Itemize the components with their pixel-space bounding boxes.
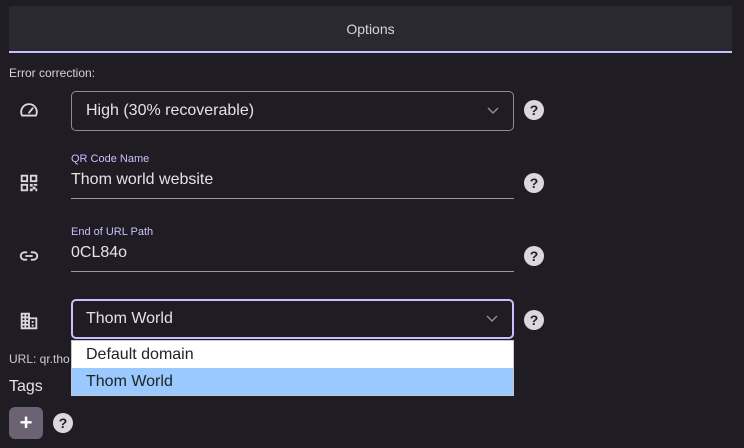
qr-name-help-icon[interactable]: ?	[524, 173, 544, 193]
url-path-help-icon[interactable]: ?	[524, 246, 544, 266]
add-tag-button[interactable]: +	[9, 407, 43, 439]
error-correction-value: High (30% recoverable)	[86, 102, 255, 119]
domain-dropdown-list: Default domain Thom World	[71, 340, 514, 396]
url-path-field[interactable]: End of URL Path 0CL84o	[71, 226, 514, 272]
speedometer-icon	[17, 99, 41, 123]
url-preview: URL: qr.tho	[9, 352, 70, 366]
domain-select[interactable]: Thom World	[71, 299, 514, 339]
domain-option-thom-world[interactable]: Thom World	[72, 368, 513, 395]
chevron-down-icon	[486, 315, 498, 323]
error-correction-select[interactable]: High (30% recoverable)	[71, 91, 514, 131]
link-icon	[17, 244, 41, 268]
domain-option-default[interactable]: Default domain	[72, 341, 513, 368]
options-tab-label: Options	[346, 20, 395, 37]
chevron-down-icon	[487, 107, 499, 115]
domain-value: Thom World	[86, 310, 173, 327]
qr-name-label: QR Code Name	[71, 153, 150, 165]
qr-name-value: Thom world website	[71, 171, 214, 188]
tags-label: Tags	[9, 378, 43, 395]
domain-help-icon[interactable]: ?	[524, 310, 544, 330]
options-tab[interactable]: Options	[9, 6, 732, 53]
tags-help-icon[interactable]: ?	[53, 413, 73, 433]
error-correction-label: Error correction:	[9, 66, 96, 80]
qr-code-icon	[17, 171, 41, 195]
building-icon	[17, 309, 41, 333]
url-path-value: 0CL84o	[71, 244, 128, 261]
qr-name-field[interactable]: QR Code Name Thom world website	[71, 153, 514, 199]
url-path-label: End of URL Path	[71, 226, 154, 238]
error-correction-help-icon[interactable]: ?	[524, 100, 544, 120]
